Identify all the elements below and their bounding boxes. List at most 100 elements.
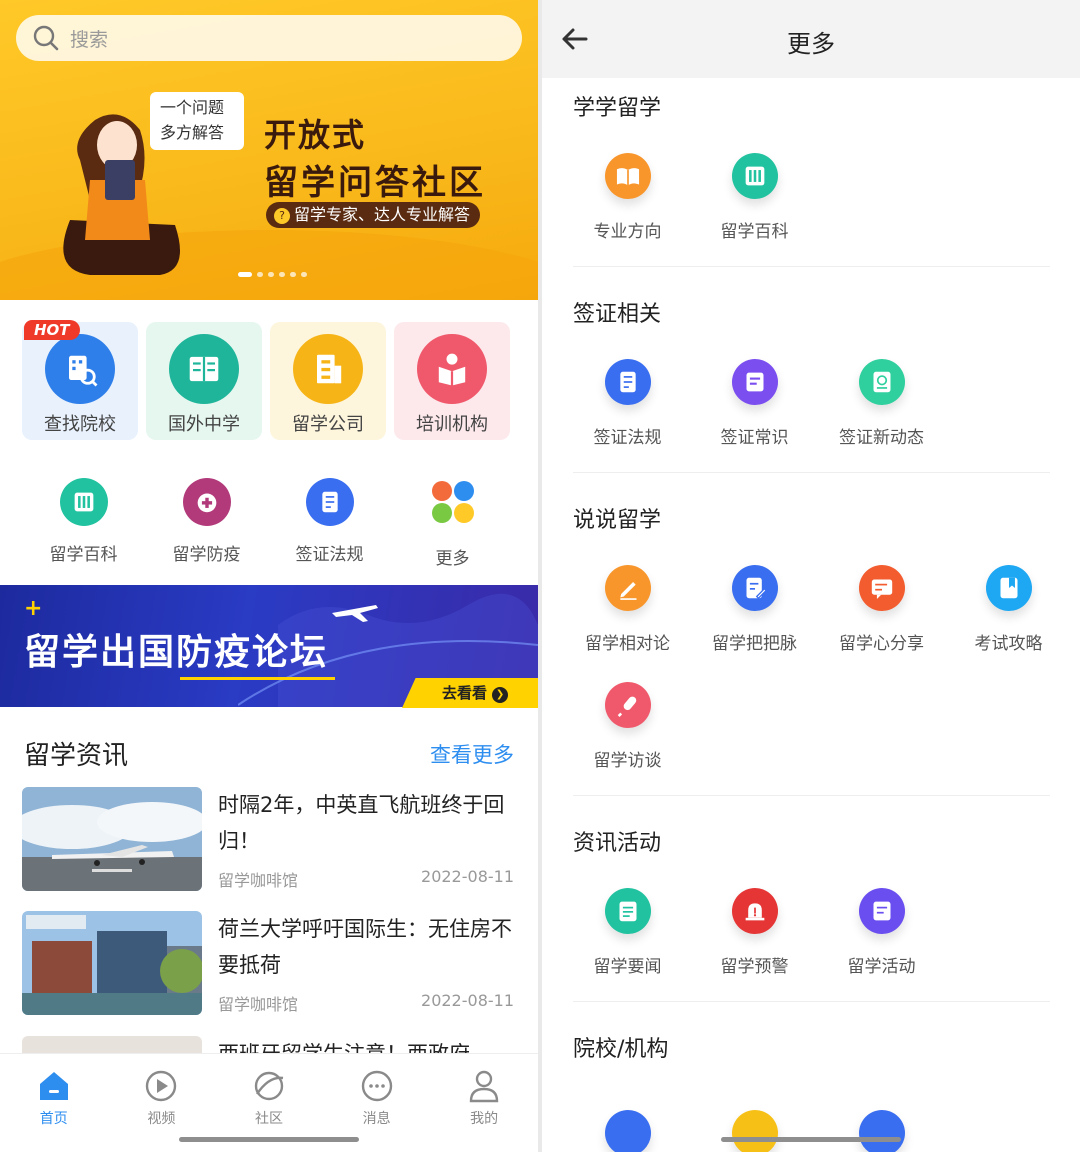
airplane-icon bbox=[332, 605, 378, 622]
grid-item-label: 留学心分享 bbox=[839, 634, 924, 654]
news-more-link[interactable]: 查看更多 bbox=[430, 739, 514, 769]
grid-icon-circle bbox=[858, 888, 905, 934]
carousel-dots[interactable] bbox=[238, 272, 307, 277]
more-grid-item[interactable] bbox=[564, 1100, 691, 1152]
more-grid-item[interactable]: 留学百科 bbox=[691, 143, 818, 260]
section-grid-partial bbox=[564, 1100, 1074, 1152]
news-item[interactable]: 时隔2年，中英直飞航班终于回归！ 留学咖啡馆 2022-08-11 bbox=[22, 787, 514, 891]
tab-label: 消息 bbox=[362, 1111, 391, 1127]
carousel-dot[interactable] bbox=[279, 272, 285, 277]
grid-item-label: 留学访谈 bbox=[593, 751, 662, 771]
search-bar[interactable]: 搜索 bbox=[16, 15, 522, 61]
category-row: HOT 查找院校 国外中学 留学公司 培训机构 bbox=[22, 320, 510, 440]
bottom-tab-bar: 首页 视频 社区 消息 我的 bbox=[0, 1053, 538, 1152]
quick-link[interactable]: 签证法规 bbox=[268, 478, 391, 569]
section-divider bbox=[573, 472, 1050, 473]
book-open-icon bbox=[616, 168, 639, 186]
quick-link[interactable]: 留学百科 bbox=[22, 478, 145, 569]
carousel-dot[interactable] bbox=[257, 272, 263, 277]
visa-law-icon bbox=[321, 491, 338, 513]
grid-icon-circle bbox=[604, 682, 651, 728]
book-icon bbox=[189, 356, 219, 382]
forum-title: 留学出国防疫论坛 bbox=[24, 632, 329, 673]
section-grid: 签证法规 签证常识 签证新动态 bbox=[564, 349, 1074, 466]
grid-icon-circle bbox=[731, 359, 778, 405]
more-grid-item[interactable]: 留学活动 bbox=[818, 878, 945, 995]
category-label: 留学公司 bbox=[292, 414, 364, 435]
more-grid-item[interactable] bbox=[691, 1100, 818, 1152]
quick-links-row: 留学百科 留学防疫 签证法规 更多 bbox=[22, 478, 514, 569]
speech-bubble: 一个问题 多方解答 bbox=[150, 92, 244, 150]
more-grid-item[interactable]: 留学相对论 bbox=[564, 555, 691, 672]
school-search-icon bbox=[69, 355, 98, 387]
building-icon bbox=[317, 354, 342, 384]
home-screen: 搜索 一个问题 多方解答 开放式 留学问答社区 ? 留学专家、达人专业解答 HOT… bbox=[0, 0, 538, 1152]
quick-link[interactable]: 更多 bbox=[391, 478, 514, 569]
carousel-dot[interactable] bbox=[268, 272, 274, 277]
tab-item[interactable]: 首页 bbox=[0, 1054, 108, 1152]
grid-item-label: 留学要闻 bbox=[593, 957, 662, 977]
more-grid-item[interactable]: 留学把把脉 bbox=[691, 555, 818, 672]
category-card[interactable]: HOT 查找院校 bbox=[22, 320, 138, 440]
nav-header: 更多 bbox=[542, 0, 1080, 78]
more-grid-item[interactable] bbox=[818, 1100, 945, 1152]
promo-banner[interactable]: 搜索 一个问题 多方解答 开放式 留学问答社区 ? 留学专家、达人专业解答 bbox=[0, 0, 538, 300]
banner-title-2: 留学问答社区 bbox=[264, 163, 486, 203]
grid-item-label: 留学相对论 bbox=[585, 634, 670, 654]
encyclopedia-icon bbox=[74, 492, 93, 512]
grid-icon-circle bbox=[731, 565, 778, 611]
tab-label: 社区 bbox=[254, 1111, 283, 1127]
category-card[interactable]: 留学公司 bbox=[270, 322, 386, 440]
section-grid: 专业方向 留学百科 bbox=[564, 143, 1074, 260]
more-grid-item[interactable]: 留学预警 bbox=[691, 878, 818, 995]
page-title: 更多 bbox=[787, 30, 835, 58]
carousel-dot[interactable] bbox=[301, 272, 307, 277]
more-screen: 更多 学学留学 专业方向 留学百科 签证相关 签证法规 签证常识 签证新动态 说说留学 留学相对… bbox=[542, 0, 1080, 1152]
section-title: 说说留学 bbox=[573, 508, 662, 533]
tab-item[interactable]: 我的 bbox=[430, 1054, 538, 1152]
quick-link[interactable]: 留学防疫 bbox=[145, 478, 268, 569]
visa-law-icon bbox=[619, 371, 636, 393]
more-grid-item[interactable]: 留学心分享 bbox=[818, 555, 945, 672]
tab-label: 首页 bbox=[39, 1111, 68, 1127]
carousel-dot[interactable] bbox=[290, 272, 296, 277]
bookmark-icon bbox=[1000, 577, 1017, 599]
more-grid-item[interactable]: 留学访谈 bbox=[564, 672, 691, 789]
category-label: 查找院校 bbox=[44, 414, 116, 435]
quick-link-label: 留学防疫 bbox=[172, 545, 241, 565]
category-card[interactable]: 培训机构 bbox=[394, 322, 510, 440]
category-card[interactable]: 国外中学 bbox=[146, 322, 262, 440]
microphone-icon bbox=[617, 696, 636, 717]
quick-link-label: 更多 bbox=[435, 549, 470, 569]
more-grid-item[interactable]: 留学要闻 bbox=[564, 878, 691, 995]
pencil-icon bbox=[619, 582, 636, 600]
grid-icon-circle bbox=[604, 359, 651, 405]
carousel-dot[interactable] bbox=[238, 272, 252, 277]
grid-item-label: 留学预警 bbox=[720, 957, 789, 977]
section-title: 院校/机构 bbox=[573, 1037, 669, 1062]
forum-underline bbox=[180, 677, 335, 680]
news-title: 时隔2年，中英直飞航班终于回归！ bbox=[218, 793, 505, 853]
go-see-button[interactable]: 去看看 ❯ bbox=[402, 678, 538, 708]
banner-title-1: 开放式 bbox=[264, 116, 367, 154]
quick-link-label: 留学百科 bbox=[49, 545, 118, 565]
grid-icon-circle bbox=[604, 1110, 651, 1152]
grid-icon-circle bbox=[731, 1110, 778, 1152]
category-icon-circle bbox=[293, 334, 363, 404]
more-grid-item[interactable]: 考试攻略 bbox=[945, 555, 1072, 672]
more-grid-item[interactable]: 签证法规 bbox=[564, 349, 691, 466]
more-grid-item[interactable]: 签证新动态 bbox=[818, 349, 945, 466]
news-thumbnail-university bbox=[22, 911, 202, 1015]
more-grid-item[interactable]: 专业方向 bbox=[564, 143, 691, 260]
banner-subtitle: 留学专家、达人专业解答 bbox=[294, 205, 471, 224]
quick-icon-circle bbox=[305, 478, 354, 526]
news-item[interactable]: 荷兰大学呼吁国际生：无住房不要抵荷 留学咖啡馆 2022-08-11 bbox=[22, 911, 514, 1015]
news-date: 2022-08-11 bbox=[421, 867, 514, 886]
grid-item-label: 留学百科 bbox=[720, 222, 789, 242]
banner-subtitle-pill: ? 留学专家、达人专业解答 bbox=[266, 202, 481, 228]
grid-icon-circle bbox=[604, 888, 651, 934]
epidemic-icon bbox=[197, 493, 216, 513]
more-grid-item[interactable]: 签证常识 bbox=[691, 349, 818, 466]
section-divider bbox=[573, 266, 1050, 267]
section-grid: 留学要闻 留学预警 留学活动 bbox=[564, 878, 1074, 995]
